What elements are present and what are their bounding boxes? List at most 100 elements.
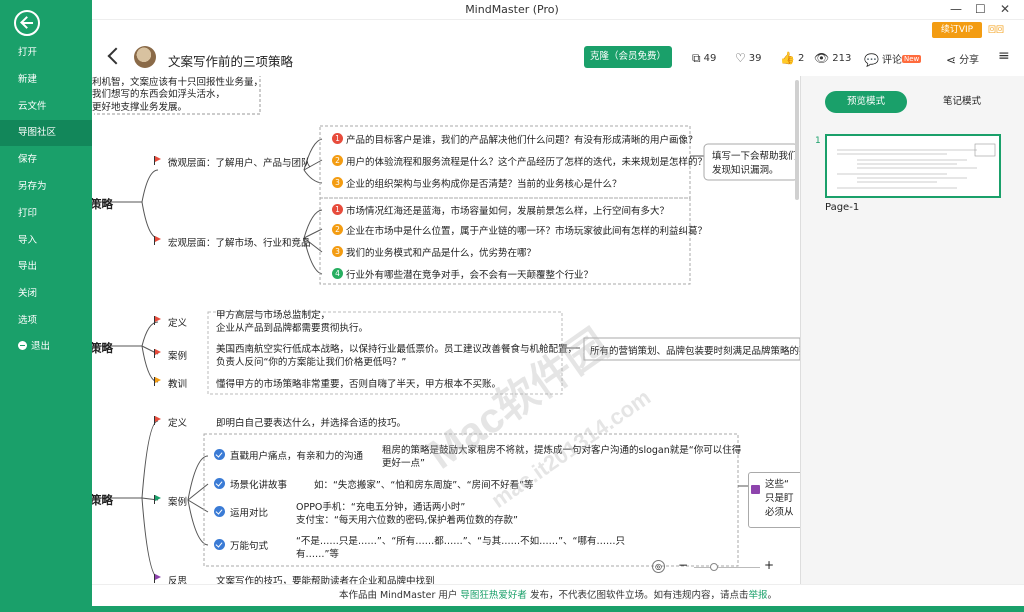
copies-stat[interactable]: ⧉ 49	[692, 51, 716, 66]
b3-sub-1-text-2: 更好一点”	[382, 458, 425, 469]
macro-level-node[interactable]: 宏观层面：了解市场、行业和竞品	[168, 235, 311, 249]
check-icon	[214, 506, 225, 517]
micro-level-node[interactable]: 微观层面：了解用户、产品与团队	[168, 155, 311, 169]
b2-side-note: 所有的营销策划、品牌包装要时刻满足品牌策略的要	[590, 346, 800, 357]
b2-case-label[interactable]: 案例	[168, 348, 187, 362]
preview-mode-button[interactable]: 预览模式	[825, 91, 907, 113]
maximize-icon[interactable]: ☐	[975, 2, 986, 16]
likes-stat[interactable]: ♡ 39	[735, 51, 762, 65]
b3-case-label[interactable]: 案例	[168, 494, 187, 508]
sidebar-item-community[interactable]: 导图社区	[0, 120, 92, 146]
flag-icon	[154, 495, 161, 504]
sidebar-item-save[interactable]: 保存	[0, 147, 92, 173]
report-link[interactable]: 举报	[748, 590, 767, 601]
zoom-slider-handle[interactable]	[709, 563, 718, 571]
sidebar-item-print[interactable]: 打印	[0, 201, 92, 227]
micro-item-3[interactable]: 企业的组织架构与业务构成你是否清楚？当前的业务核心是什么？	[346, 176, 622, 190]
thumbnail-preview	[837, 143, 996, 189]
window-title: MindMaster (Pro)	[465, 3, 559, 16]
b2-lesson-text: 懂得甲方的市场策略非常重要，否则自嗨了半天，甲方根本不买账。	[216, 379, 502, 390]
macro-item-2[interactable]: 企业在市场中是什么位置，属于产业链的哪一环？市场玩家彼此间有怎样的利益纠葛？	[346, 223, 707, 237]
views-stat: 👁 213	[814, 51, 851, 65]
flag-icon	[154, 349, 161, 358]
micro-item-2[interactable]: 用户的体验流程和服务流程是什么？这个产品经历了怎样的迭代，未来规划是怎样的？	[346, 154, 707, 168]
micro-side-note-1: 填写一下会帮助我们	[712, 151, 798, 162]
renew-vip-button[interactable]: 续订VIP	[932, 22, 982, 38]
clone-button[interactable]: 克隆（会员免费）	[584, 46, 672, 68]
share-button[interactable]: ⋖ 分享	[946, 51, 979, 67]
b3-sub-4-text-2: 有……”等	[296, 549, 339, 560]
sidebar-item-new[interactable]: 新建	[0, 67, 92, 93]
b3-sub-3-label[interactable]: 运用对比	[230, 505, 268, 519]
arrow-left-circle-icon[interactable]	[14, 10, 40, 36]
footer-prefix: 本作品由 MindMaster 用户	[339, 590, 461, 601]
comment-button[interactable]: 💬 评论 New	[864, 51, 922, 67]
close-icon[interactable]: ✕	[1000, 2, 1010, 16]
notes-mode-button[interactable]: 笔记模式	[921, 91, 1003, 113]
footer-disclaimer: 本作品由 MindMaster 用户 导图狂热爱好者 发布，不代表亿图软件立场。…	[92, 584, 1024, 606]
footer-middle: 发布，不代表亿图软件立场。如有违规内容，请点击	[526, 590, 749, 601]
sidebar-item-options[interactable]: 选项	[0, 308, 92, 334]
b2-definition-line-2: 企业从产品到品牌都需要贯彻执行。	[216, 323, 369, 334]
b3-bottom-label[interactable]: 反思	[168, 573, 187, 584]
b2-lesson-label[interactable]: 教训	[168, 376, 187, 390]
share-icon: ⋖	[946, 53, 957, 67]
b2-case-line-2: 负责人反问“你的方案能让我们价格更低吗？”	[216, 357, 407, 368]
sidebar-item-cloud-files[interactable]: 云文件	[0, 94, 92, 120]
page-thumbnail[interactable]	[825, 134, 1001, 198]
menu-icon[interactable]: ≡	[998, 48, 1010, 64]
thumbs-stat[interactable]: 👍 2	[780, 51, 804, 65]
check-icon	[214, 478, 225, 489]
right-panel: 预览模式 笔记模式 1 Page-1	[800, 76, 1024, 584]
user-account[interactable]: 回回	[988, 24, 1004, 35]
b3-sub-4-label[interactable]: 万能句式	[230, 538, 268, 552]
sidebar-item-export[interactable]: 导出	[0, 254, 92, 280]
copies-count: 49	[703, 53, 717, 64]
macro-item-1[interactable]: 市场情况红海还是蓝海，市场容量如何，发展前景怎么样，上行空间有多大？	[346, 203, 669, 217]
minimize-icon[interactable]: —	[950, 2, 962, 16]
branch-2-label[interactable]: 策略	[92, 340, 113, 356]
b3-sub-1-label[interactable]: 直戳用户痛点，有亲和力的沟通	[230, 448, 363, 462]
sidebar-item-open[interactable]: 打开	[0, 40, 92, 66]
copy-icon: ⧉	[692, 51, 701, 65]
b3-side-note-3: 必须从	[765, 507, 794, 518]
fit-icon[interactable]: ◎	[652, 560, 665, 573]
priority-3-icon: 3	[332, 177, 343, 188]
file-sidebar: 打开 新建 云文件 导图社区 保存 另存为 打印 导入 导出 关闭 选项 退出	[0, 0, 92, 612]
b3-bottom-text: 文案写作的技巧，要能帮助读者在企业和品牌中找到	[216, 576, 435, 584]
flag-icon	[154, 416, 161, 425]
sidebar-item-exit[interactable]: 退出	[0, 334, 92, 360]
b3-side-note-1: 这些“	[765, 479, 789, 490]
b3-sub-2-label[interactable]: 场景化讲故事	[230, 477, 287, 491]
micro-item-1[interactable]: 产品的目标客户是谁，我们的产品解决他们什么问题？有没有形成清晰的用户画像？	[346, 132, 698, 146]
micro-side-note-2: 发现知识漏洞。	[712, 165, 779, 176]
b2-definition-label[interactable]: 定义	[168, 315, 187, 329]
b3-definition-text: 即明白自己要表达什么，并选择合适的技巧。	[216, 418, 407, 429]
sidebar-item-import[interactable]: 导入	[0, 228, 92, 254]
comment-icon: 💬	[864, 53, 879, 67]
branch-1-label[interactable]: 策略	[92, 196, 113, 212]
sidebar-item-save-as[interactable]: 另存为	[0, 174, 92, 200]
zoom-out-button[interactable]: −	[678, 558, 688, 572]
macro-item-3[interactable]: 我们的业务模式和产品是什么，优劣势在哪？	[346, 245, 536, 259]
eye-icon: 👁	[814, 51, 830, 65]
priority-2-icon: 2	[332, 224, 343, 235]
b3-definition-label[interactable]: 定义	[168, 415, 187, 429]
back-chevron-icon[interactable]	[107, 47, 125, 65]
thumbs-up-icon: 👍	[780, 51, 795, 65]
sidebar-item-exit-label: 退出	[31, 341, 51, 352]
canvas-scrollbar[interactable]	[795, 80, 799, 200]
zoom-slider-track[interactable]	[694, 567, 760, 568]
sidebar-item-close[interactable]: 关闭	[0, 281, 92, 307]
mindmap-canvas[interactable]: 利机智，文案应该有十只回报性业务量， 我们想写的东西会如浮头活水， 更好地支撑业…	[92, 76, 800, 584]
zoom-in-button[interactable]: +	[764, 558, 774, 572]
zoom-control[interactable]: ◎ − +	[652, 558, 792, 576]
footer-suffix: 。	[767, 590, 777, 601]
flag-icon	[154, 316, 161, 325]
branch-3-label[interactable]: 策略	[92, 492, 113, 508]
author-link[interactable]: 导图狂热爱好者	[460, 590, 527, 601]
flag-icon	[154, 377, 161, 386]
page-number: 1	[815, 136, 821, 146]
avatar[interactable]	[134, 46, 156, 68]
macro-item-4[interactable]: 行业外有哪些潜在竞争对手，会不会有一天颠覆整个行业？	[346, 267, 593, 281]
